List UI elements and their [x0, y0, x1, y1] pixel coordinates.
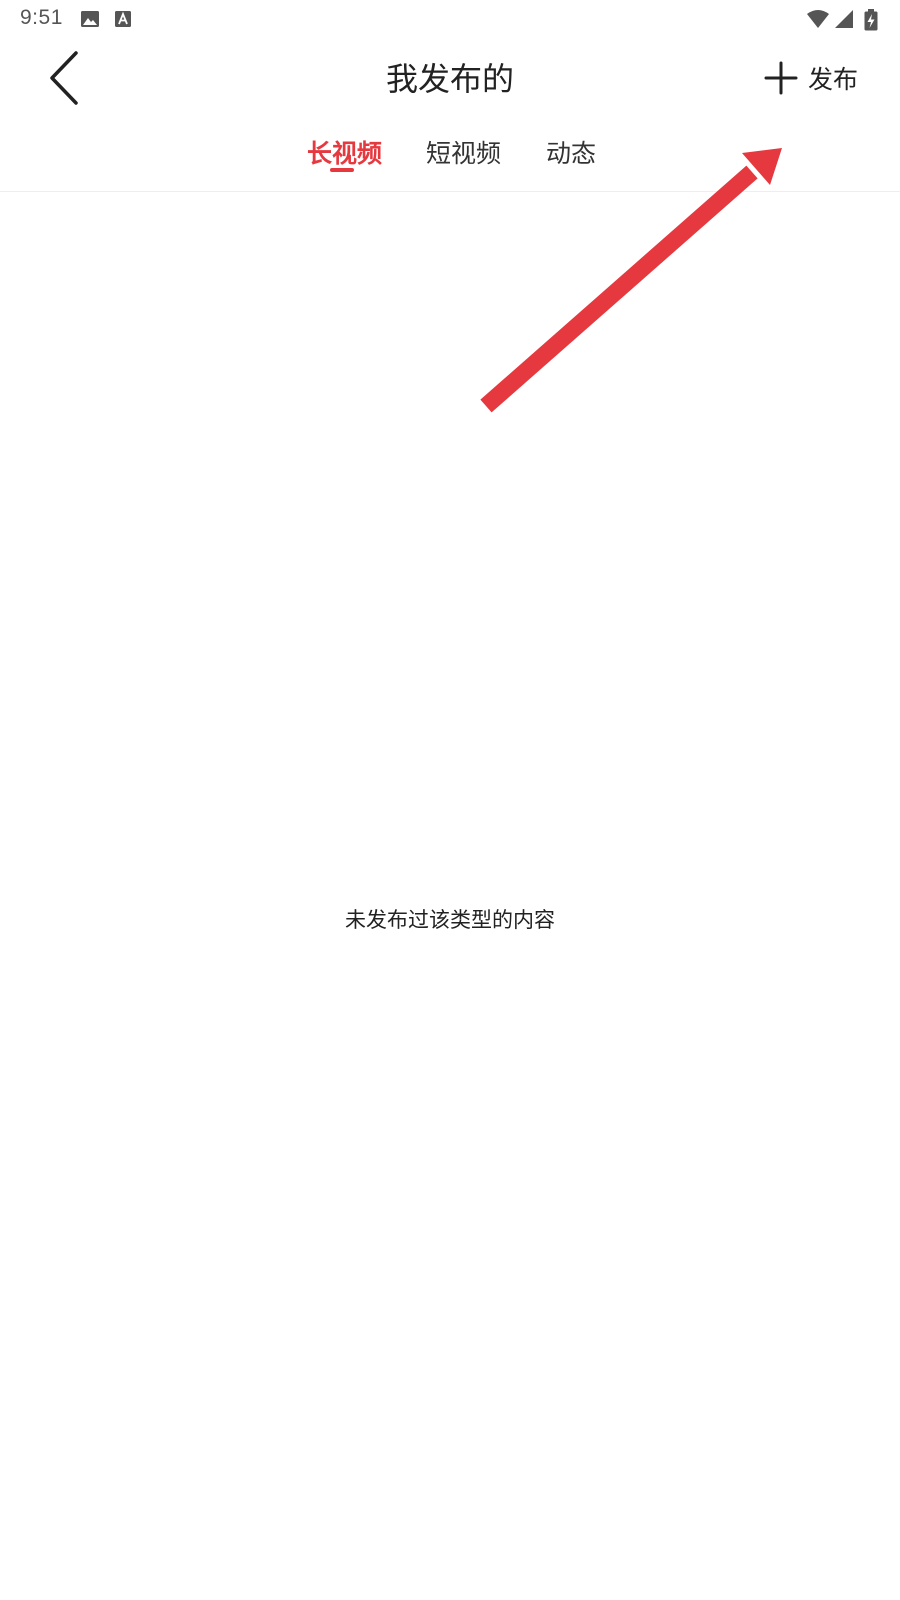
tab-bar: 长视频 短视频 动态: [0, 130, 900, 188]
image-icon: [81, 11, 99, 27]
status-time: 9:51: [20, 6, 63, 29]
text-a-icon: [115, 11, 131, 27]
cell-signal-icon: [835, 10, 853, 28]
battery-charging-icon: [864, 9, 878, 31]
header-divider: [0, 191, 900, 192]
status-bar: 9:51: [0, 0, 900, 38]
tab-moments[interactable]: 动态: [546, 134, 596, 170]
plus-icon: [764, 61, 798, 95]
annotation-arrow: [480, 148, 782, 413]
header: 我发布的 发布: [0, 38, 900, 118]
publish-button[interactable]: 发布: [764, 56, 858, 100]
tab-short-video[interactable]: 短视频: [426, 134, 501, 170]
publish-label: 发布: [807, 65, 858, 94]
screen: 9:51 我发布的 发布 长视频 短视频 动态 未发布过该类型的内容: [0, 0, 900, 1600]
tab-long-video[interactable]: 长视频: [307, 134, 382, 170]
wifi-icon: [807, 10, 829, 28]
empty-state-message: 未发布过该类型的内容: [345, 908, 555, 932]
active-tab-indicator: [330, 168, 354, 172]
